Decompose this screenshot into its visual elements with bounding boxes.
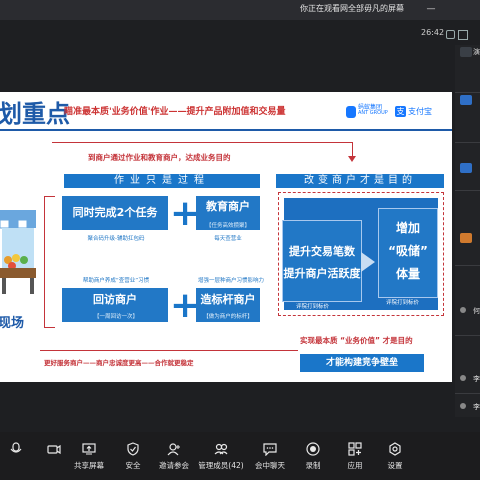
rail-divider [455,335,480,336]
shared-slide: 划重点 瞄准最本质'业务价值'作业——提升产品附加值和交易量 蚂蚁集团 ANT … [0,92,452,382]
rail-divider [455,393,480,394]
bottom-left-note: 更好服务商户——商户忠诚度更高——合作就更稳定 [44,359,194,367]
participant-avatar[interactable] [460,163,472,173]
slide-side-text: 现场 [0,316,25,331]
rail-divider [455,190,480,191]
goal-box-transactions: 提升交易笔数 提升商户活跃度 [282,220,362,302]
toolbar-invite[interactable]: 邀请参会 [154,432,194,471]
task-caption: 聚合码升级-辅助扛包码 [87,236,145,242]
toolbar-label: 管理成员(42) [198,461,244,470]
task-caption: 增强一层种商户习惯影响力 [197,278,264,284]
task-box-complete-tasks: 同时完成2个任务 [62,196,168,230]
toolbar-label: 应用 [347,461,363,470]
invite-icon [167,442,181,456]
task-caption: 【任务高效攒聚】 [205,223,250,229]
toolbar-label: 安全 [125,461,141,470]
rail-label: 演 [473,48,480,56]
task-caption: 每天查营业 [214,236,242,242]
toolbar-chat[interactable]: 会中聊天 [250,432,290,471]
participant-name: 李 [473,375,480,383]
toolbar-label: 会中聊天 [255,461,285,470]
flow-label: 到商户通过作业和教育商户，达成业务目的 [88,153,231,162]
participant-avatar[interactable] [460,233,472,243]
chat-icon [263,442,277,457]
value-note: 实现最本质 “业务价值” 才是目的 [300,336,413,345]
meeting-timer-bar: 26:42 [0,28,480,42]
apps-icon [348,442,362,456]
rail-divider [455,92,480,93]
goal-line: “吸储” [388,244,428,258]
toolbar-share-screen[interactable]: 共享屏幕 [70,432,108,471]
slide-title: 划重点 [0,100,70,128]
rail-divider [455,265,480,266]
storefront-illustration [0,210,36,294]
layout-icon[interactable] [446,30,455,39]
record-icon [306,442,320,456]
ant-group-name-en: ANT GROUP [358,110,388,116]
task-caption: 【做为商户的标杆】 [203,314,253,320]
members-icon [214,442,228,456]
fullscreen-icon[interactable] [458,30,468,40]
toolbar-settings[interactable]: 设置 [378,432,412,471]
task-caption: 【一周回访一次】 [93,314,138,320]
share-notice-text: 你正在观看网全部毋凡的屏幕 [300,4,404,13]
elapsed-time: 26:42 [421,28,445,37]
goal-line: 提升交易笔数 [289,245,355,258]
arrow-right-icon [361,252,375,272]
shield-icon [126,442,140,456]
mic-icon [460,375,466,381]
task-caption: 帮助商户养成“查营业”习惯 [82,278,150,284]
arrow-down-icon [348,156,356,162]
goal-caption: 评院打到标价 [386,300,420,306]
toolbar-label: 邀请参会 [159,461,189,470]
mic-icon [460,307,466,313]
toolbar-members[interactable]: 管理成员(42) [196,432,246,471]
goal-line: 增加 [395,221,420,235]
toolbar-record[interactable]: 录制 [296,432,330,471]
settings-icon [388,442,402,456]
participant-name: 何 [473,307,480,315]
participant-rail[interactable]: 演 何 李 李 [455,45,480,417]
video-icon[interactable] [460,47,472,57]
toolbar-label: 设置 [387,461,403,470]
alipay-name: 支付宝 [408,107,432,116]
ant-group-logo [346,106,356,118]
toolbar-label: 共享屏幕 [74,461,104,470]
minimize-button[interactable]: — [426,3,436,15]
participant-avatar[interactable] [460,95,472,105]
goal-box-deposits: 增加 “吸储” 体量 [378,208,438,298]
bottom-red-line [40,350,298,351]
camera-icon [47,442,61,456]
title-divider [0,129,452,131]
toolbar-security[interactable]: 安全 [116,432,150,471]
share-notice-bar: 你正在观看网全部毋凡的屏幕 — [0,0,480,20]
share-screen-icon [82,442,96,456]
right-section-header: 改变商户才是目的 [276,174,444,188]
mic-icon [9,442,23,456]
camera-button[interactable] [38,432,70,456]
goal-caption: 评院打到标价 [296,304,330,310]
red-flow-line [52,142,352,143]
left-section-header: 作业只是过程 [64,174,260,188]
slide-subtitle: 瞄准最本质'业务价值'作业——提升产品附加值和交易量 [64,107,286,117]
participant-name: 李 [473,403,480,411]
competitive-barrier-banner: 才能构建竞争壁垒 [300,354,424,372]
alipay-logo: 支 [395,106,406,117]
toolbar-apps[interactable]: 应用 [338,432,372,471]
toolbar-label: 录制 [305,461,321,470]
goal-line: 体量 [395,267,420,281]
left-bracket [44,196,55,328]
goal-line: 提升商户活跃度 [283,267,361,280]
meeting-toolbar: 共享屏幕 安全 邀请参会 管理成员(42) 会中聊天 录制 应用 设置 [0,432,480,480]
rail-divider [455,142,480,143]
mic-button[interactable] [0,432,32,456]
mic-icon [460,403,466,409]
